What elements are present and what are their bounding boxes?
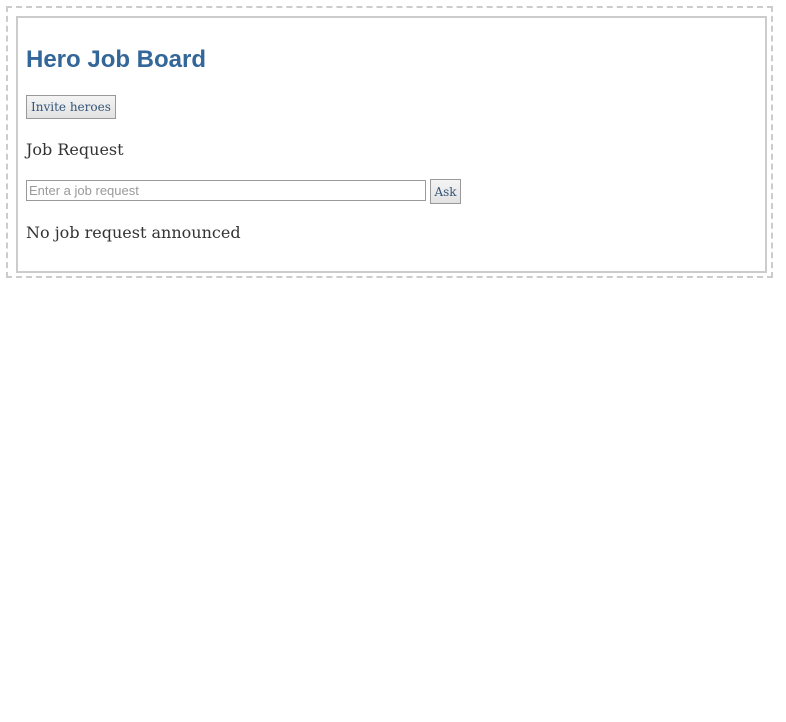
ask-button[interactable]: Ask [430,179,461,204]
job-request-status: No job request announced [26,223,241,242]
job-request-heading: Job Request [26,140,124,159]
page-title: Hero Job Board [26,46,207,73]
job-request-input[interactable] [26,180,426,201]
invite-heroes-button[interactable]: Invite heroes [26,95,116,119]
